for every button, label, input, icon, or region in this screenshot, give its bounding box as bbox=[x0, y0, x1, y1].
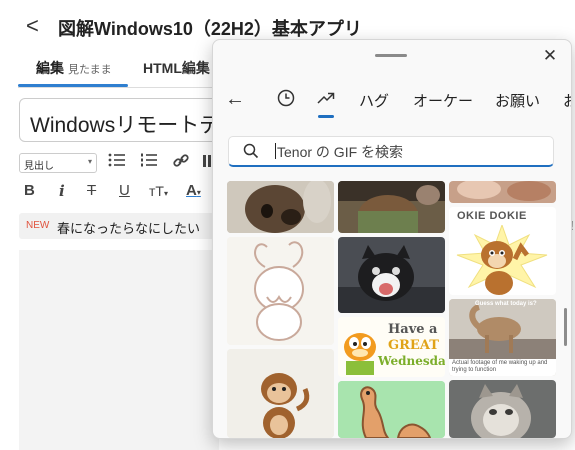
gif-dog[interactable] bbox=[227, 181, 334, 233]
gif-cat[interactable] bbox=[338, 237, 445, 313]
tab-wysiwyg-sub: 見たまま bbox=[68, 64, 112, 76]
new-badge: NEW bbox=[26, 220, 50, 231]
category-more[interactable]: お bbox=[563, 90, 571, 111]
gif-caption-okie: OKIE DOKIE bbox=[457, 210, 527, 222]
tab-wysiwyg-label: 編集 bbox=[36, 60, 64, 76]
gif-caption-line2: GREAT bbox=[388, 338, 439, 353]
text-size-icon[interactable]: тT▾ bbox=[149, 180, 168, 205]
announcement-text: 春になったらなにしたい bbox=[57, 221, 201, 236]
gif-camel-photo[interactable]: Guess what today is? Actual footage of m… bbox=[449, 299, 556, 376]
gif-caption-line1: Have a bbox=[388, 322, 438, 337]
bullet-list-icon[interactable] bbox=[107, 152, 127, 172]
tabs-divider bbox=[18, 87, 218, 88]
paragraph-style-value: 見出し bbox=[24, 161, 54, 172]
gif-camel-cartoon[interactable] bbox=[338, 381, 445, 438]
tab-html[interactable]: HTML編集 bbox=[143, 58, 210, 78]
format-toolbar-1: 見出し ▾ bbox=[19, 152, 219, 176]
category-hug[interactable]: ハグ bbox=[359, 90, 389, 111]
gif-category-nav: ← ハグ オーケー お願い お bbox=[213, 86, 571, 120]
announcement-bar[interactable]: NEW 春になったらなにしたい bbox=[19, 213, 219, 239]
gif-man[interactable] bbox=[338, 181, 445, 233]
link-icon[interactable] bbox=[171, 152, 191, 172]
paragraph-style-select[interactable]: 見出し ▾ bbox=[19, 153, 97, 173]
text-caret bbox=[275, 143, 276, 159]
category-please[interactable]: お願い bbox=[495, 90, 540, 111]
gif-fluffy-cat[interactable] bbox=[449, 380, 556, 438]
gif-bunny[interactable] bbox=[227, 237, 334, 345]
drag-handle[interactable] bbox=[375, 54, 407, 57]
trending-arrow-icon[interactable] bbox=[316, 88, 338, 110]
font-color-icon[interactable]: A▾ bbox=[186, 180, 201, 204]
numbered-list-icon[interactable] bbox=[139, 152, 159, 172]
italic-icon[interactable]: i bbox=[59, 180, 65, 202]
category-ok[interactable]: オーケー bbox=[413, 90, 473, 111]
gif-caption-camel-bottom: Actual footage of me waking up and tryin… bbox=[452, 360, 548, 373]
gif-hands[interactable] bbox=[449, 181, 556, 203]
editor-body[interactable] bbox=[19, 250, 219, 450]
page-title: 図解Windows10（22H2）基本アプリ bbox=[58, 19, 362, 39]
gif-caption-line3: Wednesday! bbox=[378, 354, 445, 368]
editor-tabs: 編集 見たまま HTML編集 bbox=[0, 56, 210, 88]
gif-scrollbar[interactable] bbox=[564, 308, 567, 346]
back-arrow-icon[interactable]: < bbox=[26, 12, 39, 40]
back-arrow-icon[interactable]: ← bbox=[225, 88, 245, 110]
gif-garfield[interactable]: Have a GREAT Wednesday! bbox=[338, 317, 445, 377]
close-icon[interactable]: ✕ bbox=[539, 45, 561, 67]
bold-icon[interactable]: B bbox=[24, 180, 35, 202]
chevron-down-icon: ▾ bbox=[87, 157, 92, 166]
search-placeholder: Tenor の GIF を検索 bbox=[277, 144, 404, 160]
strikethrough-icon[interactable]: T bbox=[87, 180, 96, 202]
gif-okie-dokie[interactable]: OKIE DOKIE bbox=[449, 207, 556, 295]
gif-picker-panel: ✕ ← ハグ オーケー お願い お Tenor の GIF を検索 bbox=[212, 39, 572, 439]
active-category-indicator bbox=[318, 115, 334, 118]
tab-wysiwyg[interactable]: 編集 見たまま bbox=[36, 58, 112, 78]
search-icon bbox=[243, 143, 259, 164]
underline-icon[interactable]: U bbox=[119, 180, 130, 202]
format-toolbar-2: B i T U тT▾ A▾ bbox=[19, 180, 219, 204]
gif-monkey[interactable] bbox=[227, 349, 334, 438]
recent-clock-icon[interactable] bbox=[276, 88, 298, 110]
gif-search-input[interactable]: Tenor の GIF を検索 bbox=[228, 136, 554, 167]
gif-caption-camel-top: Guess what today is? bbox=[475, 301, 537, 307]
